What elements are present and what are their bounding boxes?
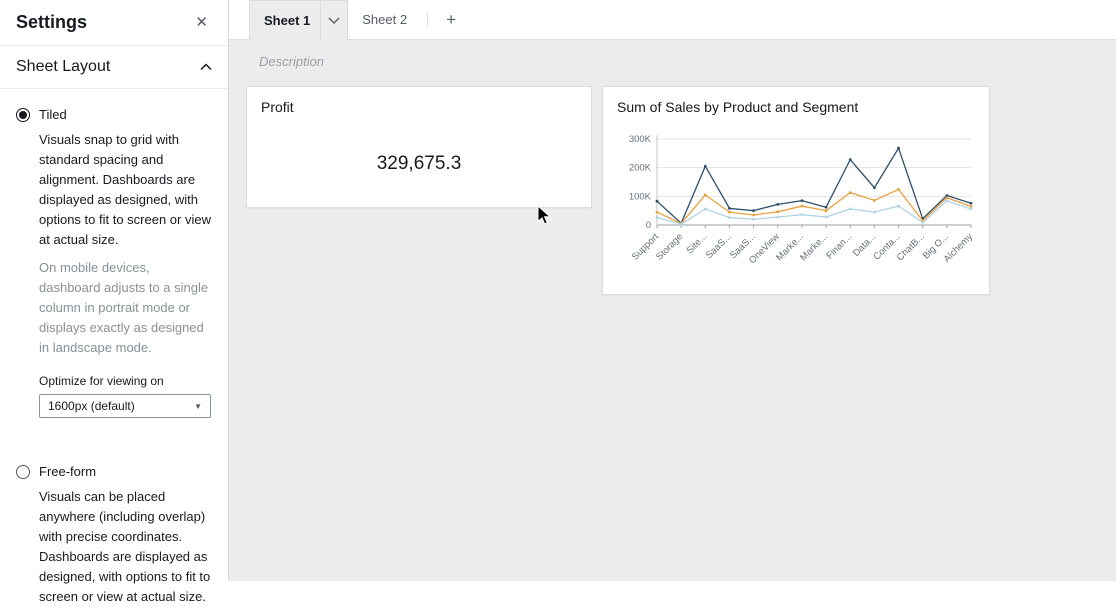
radio-selected-icon (16, 108, 30, 122)
main-area: Sheet 1 Sheet 2 + Description Profit 329… (229, 0, 1116, 581)
viewport-select[interactable]: 1600px (default) ▼ (39, 394, 211, 418)
svg-text:Finan...: Finan... (824, 231, 854, 261)
optimize-label: Optimize for viewing on (39, 374, 212, 388)
sheet-layout-section-header[interactable]: Sheet Layout (0, 46, 228, 89)
tab-sheet-2[interactable]: Sheet 2 (348, 0, 421, 39)
tab-sheet-1[interactable]: Sheet 1 (249, 0, 348, 40)
tab-sheet-1-label: Sheet 1 (264, 13, 320, 28)
tab-divider (427, 12, 428, 27)
settings-panel: Settings ✕ Sheet Layout Tiled Visuals sn… (0, 0, 229, 581)
sales-chart-visual[interactable]: Sum of Sales by Product and Segment 0 100… (602, 86, 990, 295)
chevron-up-icon (200, 58, 212, 76)
profit-kpi-value: 329,675.3 (247, 153, 591, 175)
freeform-description: Visuals can be placed anywhere (includin… (39, 487, 213, 607)
description-placeholder[interactable]: Description (259, 54, 324, 69)
optimize-group: Optimize for viewing on 1600px (default)… (39, 374, 212, 418)
settings-panel-header: Settings ✕ (0, 0, 228, 46)
tiled-mobile-note: On mobile devices, dashboard adjusts to … (39, 258, 213, 358)
sales-chart-title: Sum of Sales by Product and Segment (603, 87, 989, 119)
tab-sheet-2-label: Sheet 2 (362, 12, 407, 27)
svg-text:200K: 200K (629, 163, 652, 174)
svg-text:Storage: Storage (654, 231, 685, 262)
viewport-select-value: 1600px (default) (48, 399, 135, 413)
sales-line-chart: 0100K200K300KSupportStorageSite...SaaS..… (613, 121, 979, 289)
tiled-radio[interactable]: Tiled (16, 107, 212, 122)
tiled-description: Visuals snap to grid with standard spaci… (39, 130, 213, 250)
dashboard-canvas: Description Profit 329,675.3 Sum of Sale… (229, 40, 1116, 581)
tiled-radio-label: Tiled (39, 107, 67, 122)
add-sheet-button[interactable]: + (434, 0, 468, 39)
radio-unselected-icon (16, 465, 30, 479)
profit-visual-title: Profit (247, 87, 591, 119)
profit-visual[interactable]: Profit 329,675.3 (246, 86, 592, 208)
panel-title: Settings (16, 12, 87, 33)
sheet-tab-bar: Sheet 1 Sheet 2 + (229, 0, 1116, 40)
svg-text:0: 0 (646, 220, 651, 231)
chevron-down-icon: ▼ (194, 402, 202, 411)
close-icon[interactable]: ✕ (191, 13, 212, 32)
svg-text:100K: 100K (629, 191, 652, 202)
chevron-down-icon[interactable] (320, 1, 347, 40)
sheet-layout-section-body: Tiled Visuals snap to grid with standard… (0, 89, 228, 607)
freeform-radio-label: Free-form (39, 464, 96, 479)
freeform-radio[interactable]: Free-form (16, 464, 212, 479)
section-title: Sheet Layout (16, 58, 110, 76)
svg-text:300K: 300K (629, 134, 652, 145)
svg-text:SaaS...: SaaS... (704, 231, 734, 261)
